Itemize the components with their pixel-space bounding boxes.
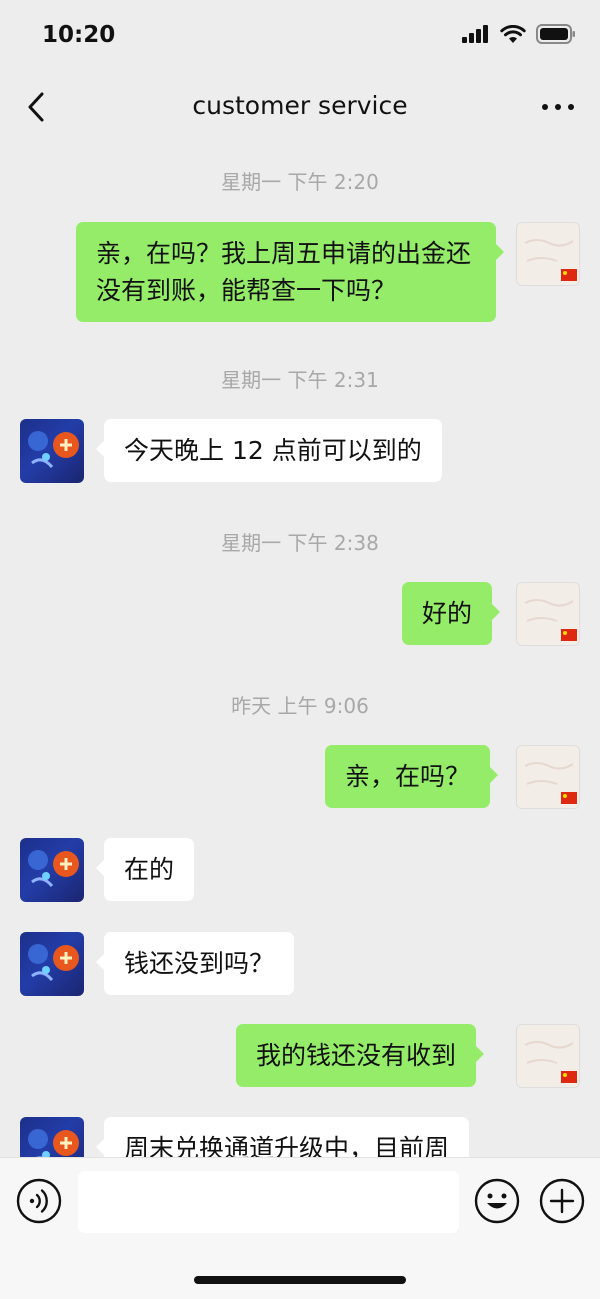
message-input[interactable]: [78, 1171, 459, 1233]
agent-avatar-image: [28, 944, 79, 981]
chat-messages: 星期一 下午 2:20 亲，在吗？我上周五申请的出金还没有到账，能帮查一下吗？ …: [0, 142, 600, 1157]
wifi-icon: [500, 24, 526, 43]
timestamp-label: 昨天 上午 9:06: [231, 694, 369, 718]
agent-avatar[interactable]: [20, 932, 84, 996]
agent-avatar[interactable]: [20, 1117, 84, 1157]
battery-icon: [536, 24, 575, 44]
agent-avatar-image: [28, 850, 79, 887]
status-bar: 10:20: [0, 0, 600, 72]
user-avatar-image: [517, 223, 579, 285]
user-avatar-image: [517, 1025, 579, 1087]
status-time: 10:20: [42, 22, 116, 48]
agent-avatar[interactable]: [20, 419, 84, 483]
user-avatar[interactable]: [516, 1024, 580, 1088]
more-dots-icon[interactable]: [540, 94, 576, 120]
timestamp-label: 星期一 下午 2:20: [221, 170, 379, 194]
message-bubble-incoming[interactable]: 今天晚上 12 点前可以到的: [96, 419, 442, 482]
nav-bar: customer service: [0, 72, 600, 142]
status-icons: [462, 24, 576, 44]
message-bubble-outgoing[interactable]: 亲，在吗？: [325, 745, 499, 808]
message-bubble-incoming[interactable]: 周末兑换通道升级中，目前周: [95, 1117, 470, 1157]
user-avatar[interactable]: [516, 582, 580, 646]
timestamp-label: 星期一 下午 2:38: [221, 531, 379, 555]
user-avatar-image: [517, 746, 579, 808]
message-bubble-outgoing[interactable]: 好的: [402, 582, 501, 645]
user-avatar[interactable]: [516, 745, 580, 809]
chat-title: customer service: [192, 91, 408, 120]
agent-avatar[interactable]: [20, 838, 84, 902]
signal-icon: [462, 25, 488, 43]
emoji-icon[interactable]: [474, 1178, 520, 1224]
message-bubble-incoming[interactable]: 在的: [95, 838, 195, 901]
user-avatar-image: [517, 583, 579, 645]
user-avatar[interactable]: [516, 222, 580, 286]
agent-avatar-image: [28, 1129, 79, 1157]
plus-icon[interactable]: [539, 1178, 585, 1224]
message-bubble-outgoing[interactable]: 亲，在吗？我上周五申请的出金还没有到账，能帮查一下吗？: [76, 222, 504, 322]
message-bubble-incoming[interactable]: 钱还没到吗？: [95, 932, 295, 995]
home-indicator: [194, 1276, 406, 1284]
timestamp-label: 星期一 下午 2:31: [221, 368, 379, 392]
agent-avatar-image: [28, 431, 79, 468]
voice-icon[interactable]: [16, 1178, 62, 1224]
message-bubble-outgoing[interactable]: 我的钱还没有收到: [236, 1024, 485, 1087]
